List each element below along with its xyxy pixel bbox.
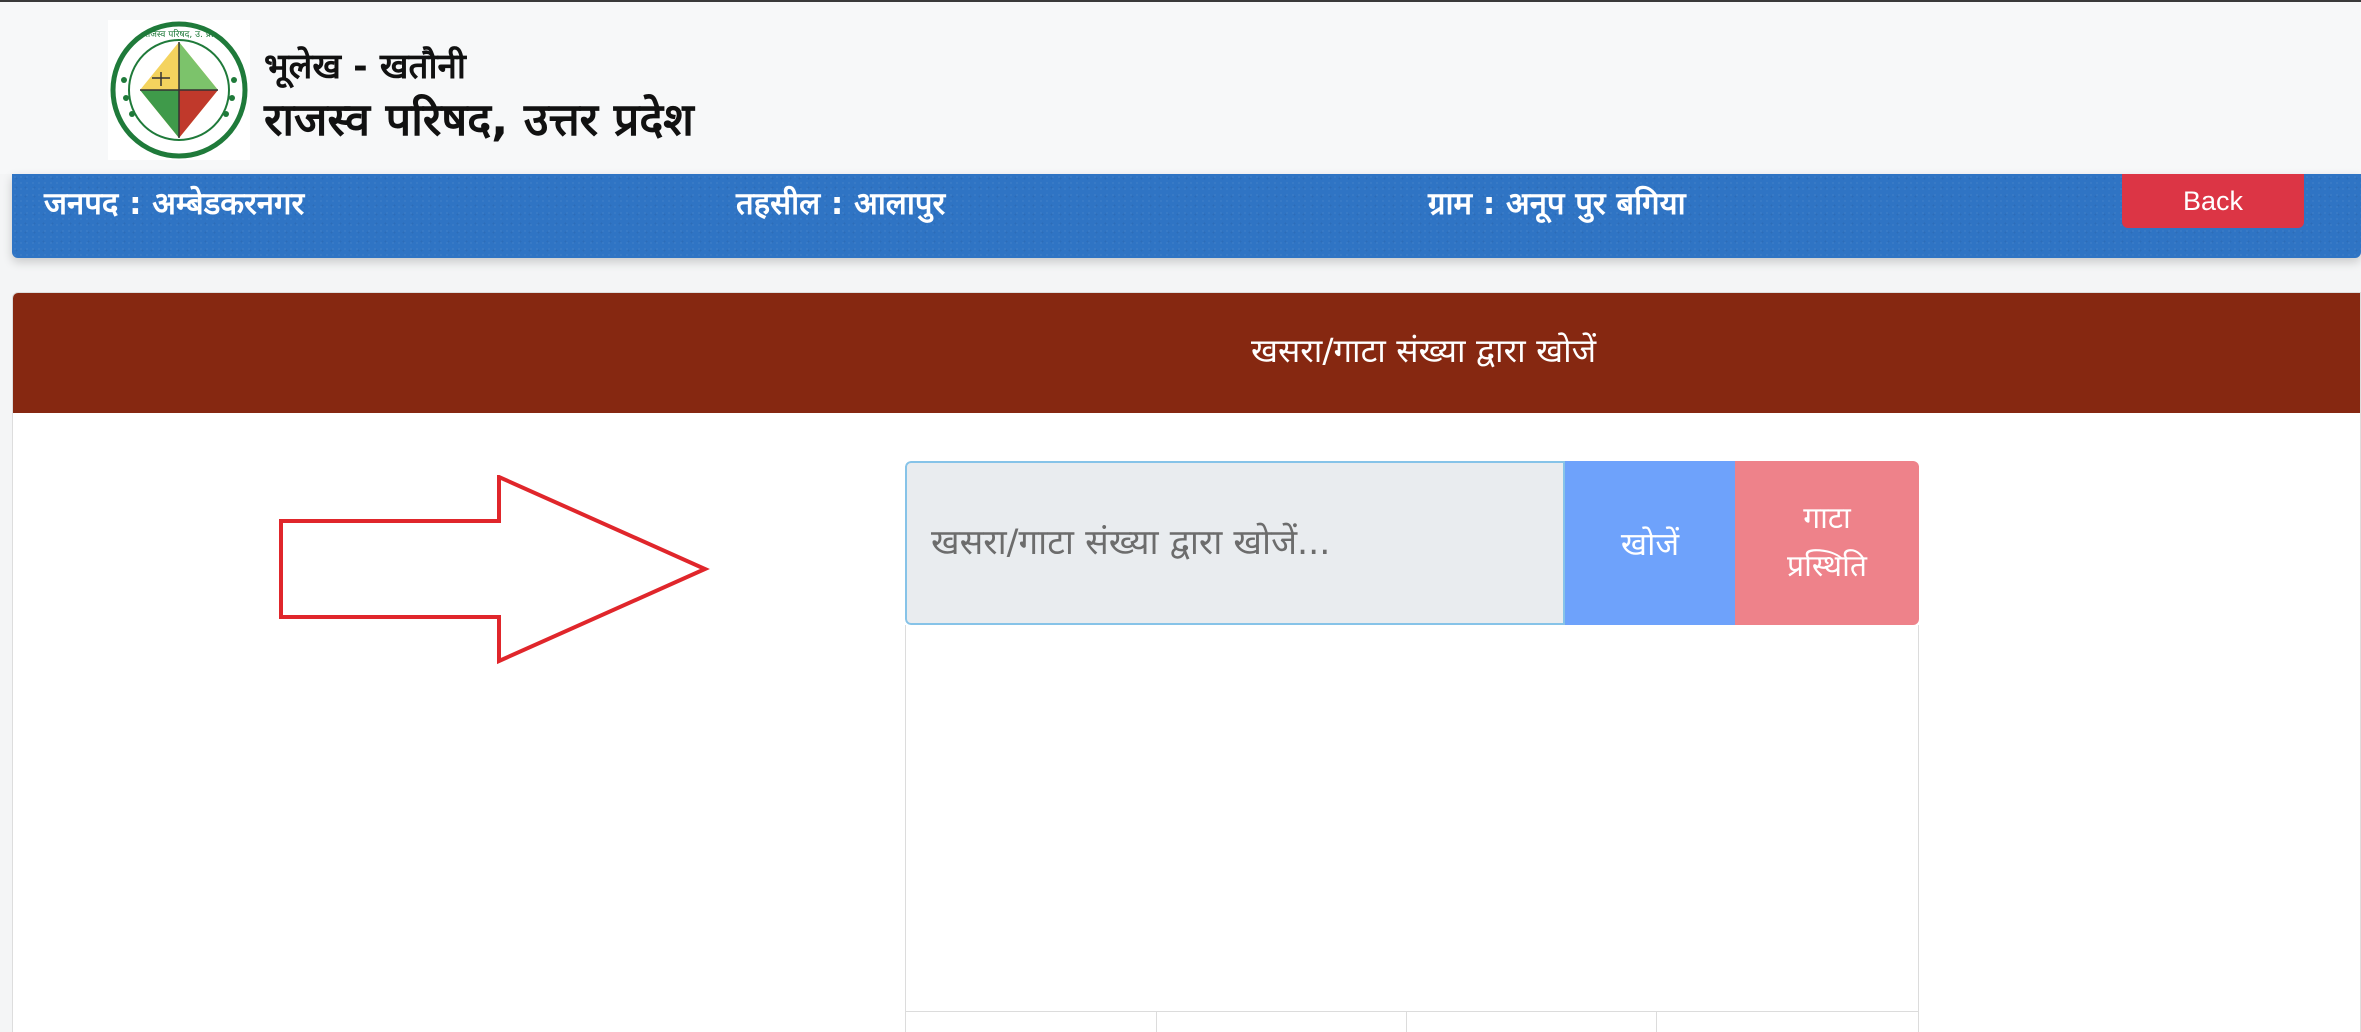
page: राजस्व परिषद, उ. प्र. भूलेख - खतौनी राजस… bbox=[0, 0, 2361, 1032]
results-column-divider bbox=[1656, 1011, 1657, 1032]
tehsil-label: तहसील : आलापुर bbox=[736, 186, 946, 222]
results-column-divider bbox=[1156, 1011, 1157, 1032]
gata-status-button[interactable]: गाटा प्रस्थिति bbox=[1735, 461, 1919, 625]
card-title: खसरा/गाटा संख्या द्वारा खोजें bbox=[1251, 331, 1597, 370]
revenue-board-seal-icon: राजस्व परिषद, उ. प्र. bbox=[108, 20, 250, 160]
results-divider bbox=[906, 1011, 1918, 1012]
site-header: राजस्व परिषद, उ. प्र. भूलेख - खतौनी राजस… bbox=[0, 2, 2361, 174]
card-header: खसरा/गाटा संख्या द्वारा खोजें bbox=[13, 293, 2360, 413]
village-label: ग्राम : अनूप पुर बगिया bbox=[1428, 186, 1686, 222]
logo-text: राजस्व परिषद, उ. प्र. bbox=[144, 28, 214, 40]
location-info-bar: जनपद : अम्बेडकरनगर तहसील : आलापुर ग्राम … bbox=[12, 174, 2361, 258]
results-column-divider bbox=[1406, 1011, 1407, 1032]
search-button[interactable]: खोजें bbox=[1565, 461, 1735, 625]
district-label: जनपद : अम्बेडकरनगर bbox=[44, 186, 305, 222]
site-subtitle: भूलेख - खतौनी bbox=[264, 47, 466, 87]
search-card: खसरा/गाटा संख्या द्वारा खोजें खोजें गाटा… bbox=[12, 292, 2361, 1032]
khasra-search-input[interactable] bbox=[905, 461, 1565, 625]
red-arrow-right-icon bbox=[279, 475, 710, 665]
search-group: खोजें गाटा प्रस्थिति bbox=[905, 461, 1919, 625]
search-results-panel bbox=[905, 625, 1919, 1032]
back-button[interactable]: Back bbox=[2122, 174, 2304, 228]
site-title: राजस्व परिषद, उत्तर प्रदेश bbox=[264, 93, 694, 146]
